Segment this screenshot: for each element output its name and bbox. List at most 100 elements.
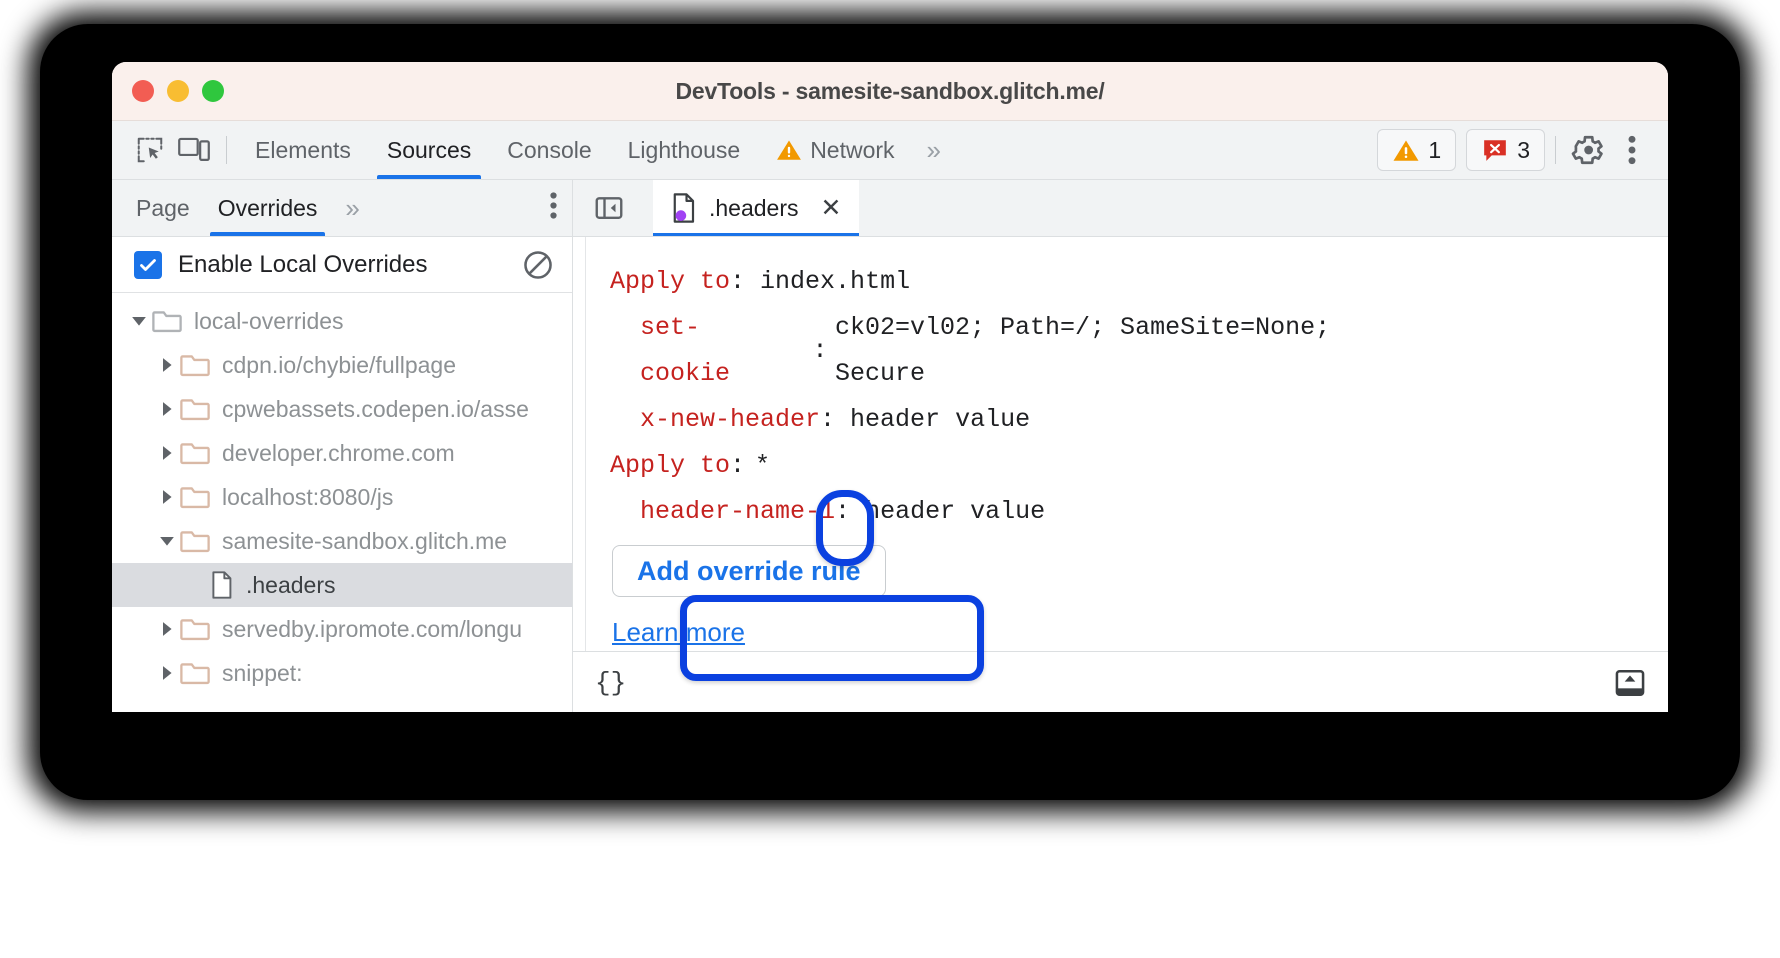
error-count-chip[interactable]: 3 bbox=[1466, 129, 1545, 171]
toggle-drawer-button[interactable] bbox=[1614, 667, 1646, 699]
chevron-right-icon[interactable] bbox=[154, 665, 180, 681]
chevron-right-icon[interactable] bbox=[154, 401, 180, 417]
tab-sources-label: Sources bbox=[387, 137, 471, 164]
kebab-menu-icon bbox=[549, 191, 558, 221]
tree-folder-row[interactable]: snippet: bbox=[112, 651, 572, 695]
window-titlebar: DevTools - samesite-sandbox.glitch.me/ bbox=[112, 62, 1668, 121]
headers-override-content: Apply to: index.html set- cookie : ck02=… bbox=[586, 237, 1668, 651]
apply-to-row-1[interactable]: Apply to: index.html bbox=[610, 259, 1668, 305]
toolbar-divider bbox=[226, 136, 227, 164]
header-name-line-1: set- bbox=[640, 313, 700, 342]
inspect-element-button[interactable] bbox=[128, 130, 172, 170]
tab-elements-label: Elements bbox=[255, 137, 351, 164]
inspect-element-icon bbox=[135, 135, 165, 165]
devtools-window: DevTools - samesite-sandbox.glitch.me/ E… bbox=[112, 62, 1668, 712]
collapse-navigator-button[interactable] bbox=[587, 188, 631, 228]
header-value-line-1: ck02=vl02; Path=/; SameSite=None; bbox=[835, 313, 1330, 342]
tree-row-label: local-overrides bbox=[194, 308, 344, 335]
add-override-rule-button[interactable]: Add override rule bbox=[612, 545, 886, 597]
sidebar-tab-overrides[interactable]: Overrides bbox=[204, 180, 332, 236]
navigator-menu-button[interactable] bbox=[549, 191, 558, 226]
enable-local-overrides-checkbox[interactable] bbox=[134, 251, 162, 279]
header-row-header-name-1[interactable]: header-name-1: header value bbox=[610, 489, 1668, 535]
tree-folder-row[interactable]: samesite-sandbox.glitch.me bbox=[112, 519, 572, 563]
pretty-print-button[interactable]: {} bbox=[595, 668, 626, 698]
header-value-1[interactable]: header value bbox=[865, 497, 1045, 526]
chevron-right-icon[interactable] bbox=[154, 357, 180, 373]
folder-icon bbox=[180, 617, 210, 641]
header-value-line-2: Secure bbox=[835, 359, 925, 388]
tab-network-label: Network bbox=[810, 137, 894, 164]
clear-configuration-icon bbox=[522, 249, 554, 281]
file-icon bbox=[210, 571, 234, 599]
clear-configuration-button[interactable] bbox=[522, 249, 554, 281]
collapse-sidebar-icon bbox=[594, 193, 624, 223]
header-row-set-cookie[interactable]: set- cookie : ck02=vl02; Path=/; SameSit… bbox=[610, 305, 1668, 397]
chevron-down-icon[interactable] bbox=[154, 533, 180, 549]
tab-network[interactable]: Network bbox=[758, 121, 912, 179]
maximize-window-button[interactable] bbox=[202, 80, 224, 102]
header-name-line-2: cookie bbox=[640, 359, 730, 388]
warning-triangle-icon bbox=[1392, 138, 1420, 163]
apply-to-value-1[interactable]: index.html bbox=[760, 267, 910, 296]
editor-tab-label: .headers bbox=[709, 195, 799, 222]
sidebar-more-tabs-button[interactable]: » bbox=[331, 193, 369, 224]
apply-to-row-2[interactable]: Apply to:* bbox=[610, 443, 1668, 489]
file-icon-with-badge bbox=[671, 193, 697, 223]
toolbar-divider-right bbox=[1555, 136, 1556, 164]
header-name-x-new-header[interactable]: x-new-header bbox=[640, 405, 820, 434]
folder-icon bbox=[180, 661, 210, 685]
enable-local-overrides-label: Enable Local Overrides bbox=[178, 251, 427, 279]
toggle-drawer-icon bbox=[1614, 667, 1646, 699]
tab-sources[interactable]: Sources bbox=[369, 121, 489, 179]
tree-folder-row[interactable]: developer.chrome.com bbox=[112, 431, 572, 475]
header-row-x-new-header[interactable]: x-new-header: header value bbox=[610, 397, 1668, 443]
warning-count-chip[interactable]: 1 bbox=[1377, 129, 1456, 171]
learn-more-link[interactable]: Learn more bbox=[612, 609, 745, 651]
sources-navigator-sidebar: Page Overrides » bbox=[112, 180, 573, 712]
sidebar-tab-overrides-label: Overrides bbox=[218, 195, 318, 222]
chevron-right-icon[interactable] bbox=[154, 489, 180, 505]
header-name-1[interactable]: header-name-1 bbox=[640, 497, 835, 526]
tree-folder-row[interactable]: cdpn.io/chybie/fullpage bbox=[112, 343, 572, 387]
tree-folder-row[interactable]: servedby.ipromote.com/longu bbox=[112, 607, 572, 651]
folder-icon bbox=[180, 529, 210, 553]
minimize-window-button[interactable] bbox=[167, 80, 189, 102]
editor-gutter bbox=[573, 237, 586, 651]
error-badge-icon bbox=[1481, 137, 1509, 163]
header-value-x-new-header[interactable]: header value bbox=[850, 405, 1030, 434]
editor-tab-headers[interactable]: .headers ✕ bbox=[653, 180, 859, 236]
tab-elements[interactable]: Elements bbox=[237, 121, 369, 179]
tree-folder-row[interactable]: local-overrides bbox=[112, 299, 572, 343]
device-toolbar-button[interactable] bbox=[172, 130, 216, 170]
more-panels-button[interactable]: » bbox=[913, 135, 951, 166]
editor-status-bar: {} bbox=[573, 651, 1668, 712]
tree-row-label: cdpn.io/chybie/fullpage bbox=[222, 352, 456, 379]
apply-to-wildcard-value[interactable]: * bbox=[745, 451, 770, 480]
traffic-lights bbox=[132, 80, 224, 102]
sidebar-tab-page[interactable]: Page bbox=[122, 180, 204, 236]
add-override-rule-wrapper: Add override rule bbox=[610, 535, 1668, 597]
header-name-set-cookie[interactable]: set- cookie bbox=[640, 305, 805, 397]
close-window-button[interactable] bbox=[132, 80, 154, 102]
navigator-tabbar: Page Overrides » bbox=[112, 180, 572, 237]
tab-console[interactable]: Console bbox=[489, 121, 609, 179]
sidebar-tab-page-label: Page bbox=[136, 195, 190, 222]
chevron-right-icon[interactable] bbox=[154, 621, 180, 637]
gear-icon bbox=[1571, 133, 1605, 167]
tree-file-row[interactable]: .headers bbox=[112, 563, 572, 607]
header-value-set-cookie[interactable]: ck02=vl02; Path=/; SameSite=None; Secure bbox=[835, 305, 1668, 397]
folder-icon bbox=[180, 397, 210, 421]
chevron-right-icon[interactable] bbox=[154, 445, 180, 461]
main-menu-button[interactable] bbox=[1610, 130, 1654, 170]
tree-row-label: snippet: bbox=[222, 660, 303, 687]
tree-folder-row[interactable]: localhost:8080/js bbox=[112, 475, 572, 519]
tab-console-label: Console bbox=[507, 137, 591, 164]
settings-button[interactable] bbox=[1566, 130, 1610, 170]
warning-count-value: 1 bbox=[1428, 137, 1441, 164]
tab-lighthouse[interactable]: Lighthouse bbox=[610, 121, 759, 179]
folder-icon bbox=[180, 353, 210, 377]
tree-folder-row[interactable]: cpwebassets.codepen.io/asse bbox=[112, 387, 572, 431]
close-icon[interactable]: ✕ bbox=[821, 196, 842, 221]
chevron-down-icon[interactable] bbox=[126, 313, 152, 329]
